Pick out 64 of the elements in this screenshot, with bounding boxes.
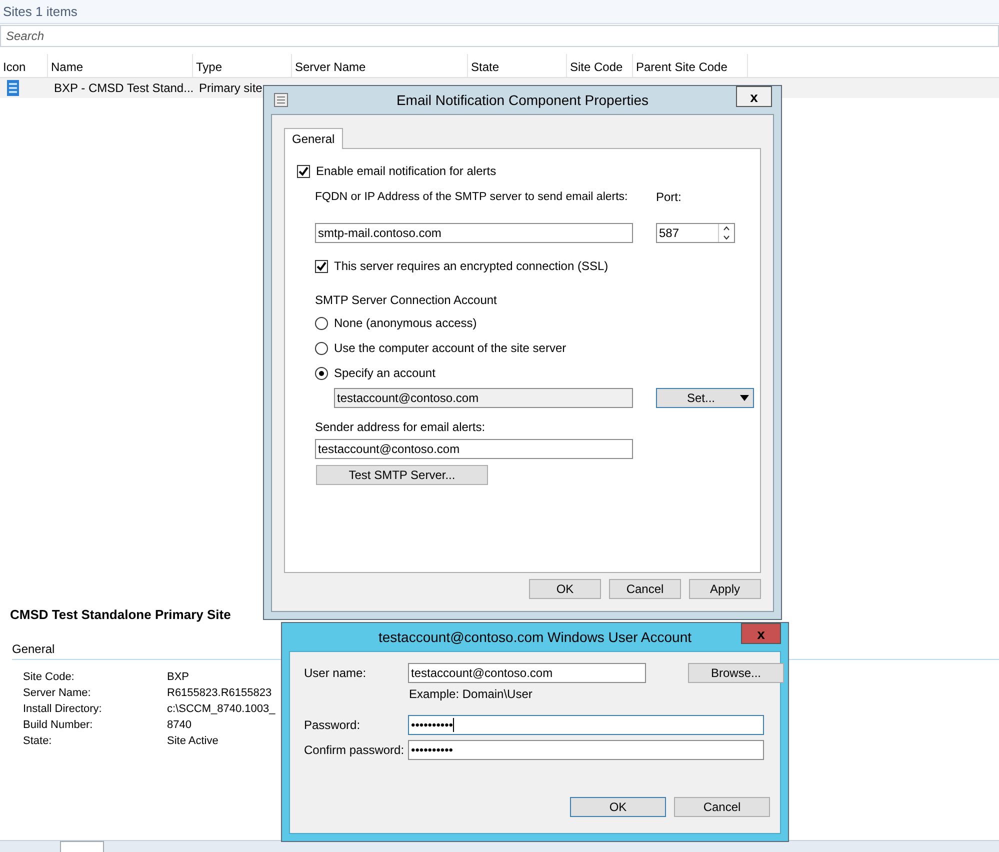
table-cell: Primary site — [199, 81, 262, 95]
property-label: Build Number: — [23, 718, 93, 733]
field-label: User name: — [304, 666, 368, 680]
input-field[interactable]: smtp-mail.contoso.com — [315, 223, 633, 243]
dialog-button[interactable]: Apply — [689, 579, 761, 599]
close-button[interactable]: x — [741, 623, 781, 644]
details-title: CMSD Test Standalone Primary Site — [10, 607, 231, 622]
field-label: Password: — [304, 718, 362, 732]
dialog-button[interactable]: OK — [529, 579, 601, 599]
property-label: State: — [23, 734, 52, 749]
radio-button[interactable] — [315, 366, 328, 380]
property-value: Site Active — [167, 734, 218, 749]
radio-label: Use the computer account of the site server — [334, 341, 566, 355]
column-header[interactable]: Site Code — [567, 54, 633, 77]
input-field[interactable]: testaccount@contoso.com — [408, 663, 646, 683]
column-header[interactable]: Parent Site Code — [633, 54, 748, 77]
field-label: Sender address for email alerts: — [315, 420, 486, 434]
property-label: Server Name: — [23, 686, 91, 701]
dialog-button[interactable]: OK — [570, 797, 666, 817]
port-field[interactable]: 587 — [656, 223, 735, 243]
password-field[interactable]: •••••••••• — [408, 715, 764, 735]
property-label: Install Directory: — [23, 702, 102, 717]
field-label: FQDN or IP Address of the SMTP server to send email alerts: — [315, 191, 629, 203]
property-value: BXP — [167, 670, 190, 685]
account-field[interactable]: testaccount@contoso.com — [334, 388, 633, 408]
hint-text: Example: Domain\User — [409, 687, 532, 701]
property-value: 8740 — [167, 718, 192, 733]
field-label: Confirm password: — [304, 743, 406, 757]
password-field[interactable]: •••••••••• — [408, 740, 764, 760]
window-title: Email Notification Component Properties — [396, 92, 649, 108]
dropdown-arrow-icon — [740, 395, 749, 401]
checkbox-label: Enable email notification for alerts — [316, 164, 496, 178]
server-icon — [6, 80, 20, 96]
close-button[interactable]: x — [736, 86, 772, 107]
set-button[interactable]: Set... — [656, 388, 754, 408]
property-label: Site Code: — [23, 670, 74, 685]
field-label: Port: — [656, 190, 682, 204]
radio-button[interactable] — [315, 342, 328, 354]
dialog-button[interactable]: Cancel — [609, 579, 681, 599]
checkbox-label: This server requires an encrypted connection (SSL) — [334, 259, 608, 273]
list-title: Sites 1 items — [3, 4, 78, 19]
search-field[interactable]: Search — [0, 25, 999, 47]
column-header[interactable]: Type — [193, 54, 292, 77]
checkbox[interactable] — [315, 260, 328, 272]
radio-label: Specify an account — [334, 366, 436, 380]
radio-button[interactable] — [315, 316, 328, 330]
dialog-button[interactable]: Cancel — [674, 797, 770, 817]
browse-button[interactable]: Browse... — [688, 663, 784, 683]
column-header[interactable]: Name — [48, 54, 193, 77]
tab[interactable]: General — [284, 128, 343, 149]
property-value: R6155823.R6155823 — [167, 686, 272, 701]
column-header[interactable]: Icon — [0, 54, 48, 77]
section-label: SMTP Server Connection Account — [315, 293, 497, 307]
table-cell: BXP - CMSD Test Stand... — [54, 81, 194, 95]
radio-label: None (anonymous access) — [334, 316, 477, 330]
column-header[interactable]: State — [468, 54, 567, 77]
input-field[interactable]: testaccount@contoso.com — [315, 439, 633, 459]
window-title: testaccount@contoso.com Windows User Account — [378, 629, 692, 645]
section-title: General — [12, 642, 55, 656]
window-icon — [274, 93, 288, 107]
property-value: c:\SCCM_8740.1003_ — [167, 702, 276, 717]
column-header[interactable]: Server Name — [292, 54, 468, 77]
checkbox[interactable] — [297, 164, 310, 178]
test-button[interactable]: Test SMTP Server... — [316, 465, 488, 485]
